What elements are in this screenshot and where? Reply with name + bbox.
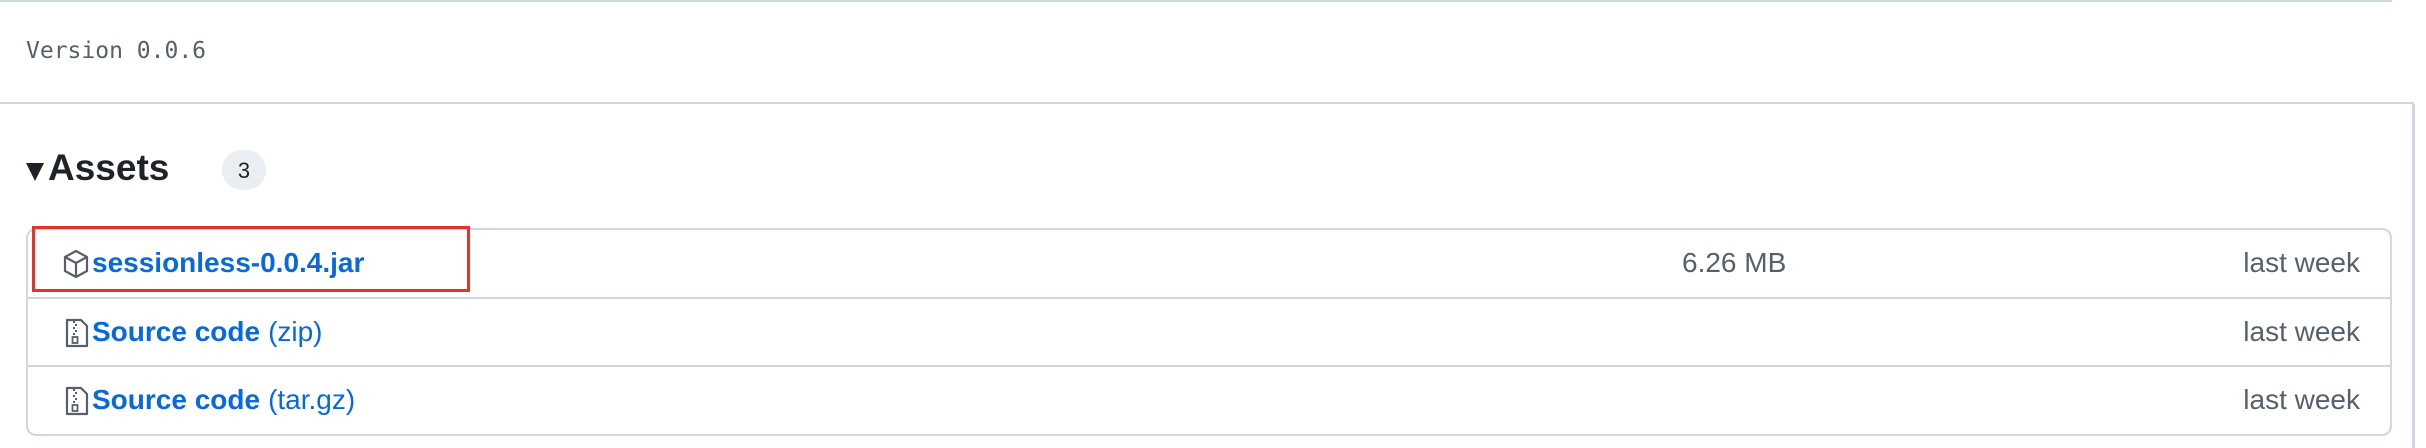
top-divider: [0, 0, 2392, 2]
asset-row: sessionless-0.0.4.jar 6.26 MB last week: [28, 230, 2390, 296]
file-zip-icon: [65, 318, 89, 348]
assets-list: sessionless-0.0.4.jar 6.26 MB last week …: [26, 228, 2392, 436]
asset-size: 6.26 MB: [1682, 247, 1787, 278]
asset-date: last week: [2243, 384, 2360, 415]
assets-section-header[interactable]: Assets: [26, 142, 169, 194]
asset-download-link[interactable]: Source code (tar.gz): [92, 367, 355, 433]
right-border: [2412, 104, 2415, 448]
asset-date: last week: [2243, 316, 2360, 347]
release-version-text: Version 0.0.6: [26, 38, 207, 64]
asset-row: Source code (tar.gz) last week: [28, 365, 2390, 433]
asset-row: Source code (zip) last week: [28, 297, 2390, 365]
assets-count-badge: 3: [222, 150, 266, 190]
asset-format: (tar.gz): [268, 384, 356, 415]
asset-download-link[interactable]: sessionless-0.0.4.jar: [92, 230, 364, 296]
asset-name: Source code: [92, 316, 261, 347]
assets-title: Assets: [48, 147, 170, 188]
package-icon: [63, 249, 89, 279]
caret-down-icon[interactable]: [26, 163, 44, 181]
asset-date: last week: [2243, 247, 2360, 278]
file-zip-icon: [65, 386, 89, 416]
asset-format: (zip): [268, 316, 323, 347]
asset-name: sessionless-0.0.4.jar: [92, 247, 365, 278]
asset-download-link[interactable]: Source code (zip): [92, 299, 323, 365]
section-divider: [0, 102, 2414, 104]
asset-name: Source code: [92, 384, 261, 415]
